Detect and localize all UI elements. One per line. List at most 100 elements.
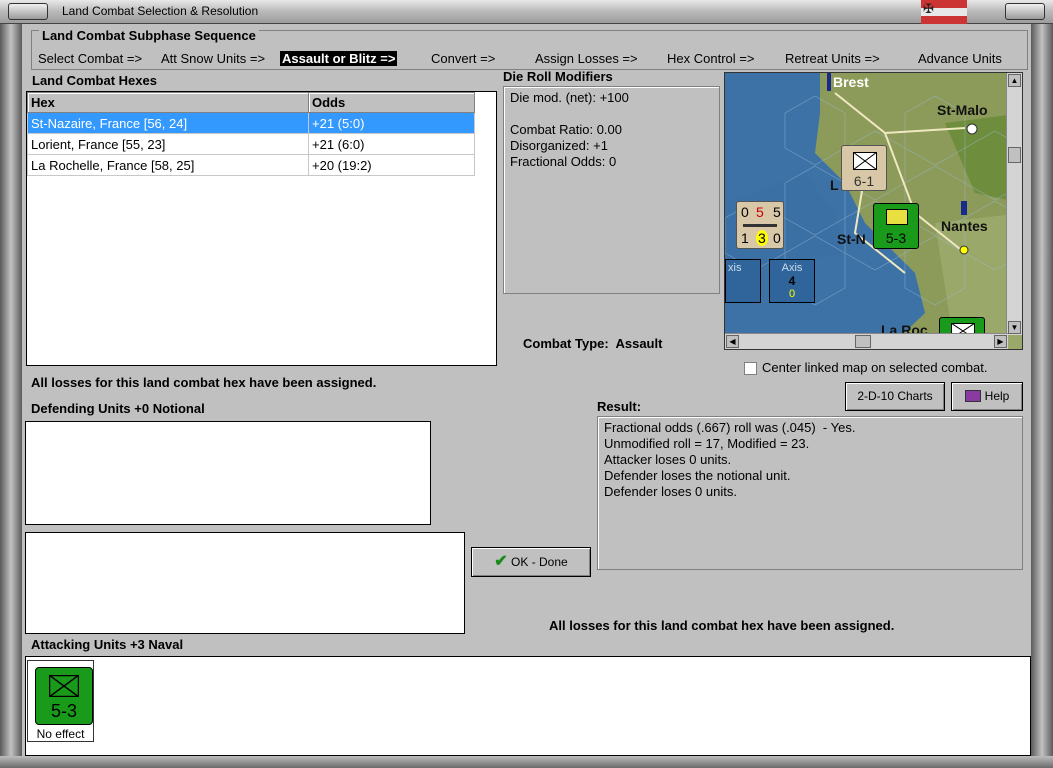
- map-city-nantes: Nantes: [941, 218, 988, 234]
- result-line: Defender loses the notional unit.: [604, 468, 791, 483]
- window-frame: Land Combat Selection & Resolution ✠ Lan…: [0, 0, 1053, 768]
- help-book-icon: [964, 390, 981, 402]
- axis-box-label: Axis: [781, 262, 803, 274]
- scroll-right-icon[interactable]: ▶: [994, 335, 1007, 348]
- center-map-checkbox[interactable]: [744, 362, 757, 375]
- axis-box-value: 4: [788, 274, 796, 288]
- ok-done-label: OK - Done: [511, 555, 568, 569]
- naval-value: 0: [773, 230, 781, 246]
- odds-cell: +21 (6:0): [308, 133, 475, 155]
- combat-type-label: Combat Type:: [523, 336, 609, 351]
- subphase-sequence: Land Combat Subphase Sequence Select Com…: [31, 28, 1028, 70]
- combat-type-value: Assault: [615, 336, 663, 351]
- naval-value: 0: [741, 204, 749, 220]
- map-naval-counter[interactable]: 0 5 5 1 3 0: [736, 201, 784, 249]
- result-line: Unmodified roll = 17, Modified = 23.: [604, 436, 810, 451]
- table-header: Hex Odds: [27, 92, 475, 113]
- step-assign-losses: Assign Losses =>: [535, 51, 638, 66]
- map-city-lorient: L: [830, 177, 839, 193]
- map-unit-counter[interactable]: 5-3: [873, 203, 919, 249]
- attacking-title: Attacking Units +3 Naval: [31, 637, 184, 652]
- dialog-content: Land Combat Subphase Sequence Select Com…: [22, 24, 1031, 756]
- defending-secondary-panel: [25, 532, 465, 634]
- result-line: Defender loses 0 units.: [604, 484, 737, 499]
- modifier-line: Disorganized: +1: [510, 138, 608, 153]
- hexes-table: Hex Odds St-Nazaire, France [56, 24] +21…: [27, 92, 475, 176]
- infantry-symbol-icon: [853, 152, 877, 170]
- combat-type: Combat Type: Assault: [523, 336, 662, 351]
- scroll-thumb[interactable]: [1008, 147, 1021, 163]
- attacking-units-panel: 5-3 No effect: [25, 656, 1031, 756]
- unit-status: No effect: [36, 727, 85, 741]
- hexes-title: Land Combat Hexes: [32, 73, 157, 88]
- axis-box[interactable]: Axis 4 0: [769, 259, 815, 303]
- naval-value: 1: [741, 230, 749, 246]
- axis-box-partial[interactable]: xis: [725, 259, 761, 303]
- modifiers-title: Die Roll Modifiers: [503, 69, 613, 84]
- status-bottom: All losses for this land combat hex have…: [549, 618, 895, 633]
- step-hex-control: Hex Control =>: [667, 51, 755, 66]
- ship-icon: [743, 224, 777, 227]
- help-button[interactable]: Help: [951, 382, 1023, 411]
- naval-value: 5: [756, 204, 764, 220]
- charts-button[interactable]: 2-D-10 Charts: [845, 382, 945, 411]
- modifier-line: Combat Ratio: 0.00: [510, 122, 623, 137]
- help-button-label: Help: [984, 389, 1010, 403]
- scroll-down-icon[interactable]: ▼: [1008, 321, 1021, 334]
- defending-title: Defending Units +0 Notional: [31, 401, 205, 416]
- map-city-st-nazaire: St-N: [837, 231, 866, 247]
- system-menu-button[interactable]: [8, 3, 48, 20]
- naval-value: 3: [756, 230, 768, 246]
- odds-cell: +20 (19:2): [308, 154, 475, 176]
- left-border: [0, 24, 22, 768]
- result-panel: Fractional odds (.667) roll was (.045) -…: [597, 416, 1023, 570]
- axis-box-label: xis: [728, 262, 742, 274]
- axis-box-sub: 0: [788, 288, 796, 300]
- nation-flag: ✠: [921, 0, 967, 24]
- modifier-spacer: [510, 106, 713, 122]
- map-unit-counter[interactable]: 6-1: [841, 145, 887, 191]
- step-advance-units: Advance Units: [918, 51, 1002, 66]
- right-border: [1031, 24, 1053, 768]
- sequence-title: Land Combat Subphase Sequence: [39, 28, 259, 43]
- status-top: All losses for this land combat hex have…: [31, 375, 377, 390]
- ok-done-button[interactable]: ✔ OK - Done: [471, 547, 591, 577]
- close-button[interactable]: [1005, 3, 1045, 20]
- map-vertical-scrollbar[interactable]: ▲ ▼: [1006, 73, 1022, 335]
- column-odds[interactable]: Odds: [308, 92, 475, 113]
- odds-cell: +21 (5:0): [308, 112, 475, 134]
- defending-units-panel: [25, 421, 431, 525]
- scroll-thumb[interactable]: [855, 335, 871, 348]
- title-bar: Land Combat Selection & Resolution ✠: [0, 0, 1053, 24]
- table-row[interactable]: Lorient, France [55, 23] +21 (6:0): [27, 133, 475, 155]
- column-hex[interactable]: Hex: [27, 92, 309, 113]
- step-att-snow-units: Att Snow Units =>: [161, 51, 266, 66]
- linked-map[interactable]: Brest St-Malo Nantes St-N La Roc L 6-1 5…: [724, 72, 1023, 350]
- table-row[interactable]: St-Nazaire, France [56, 24] +21 (5:0): [27, 112, 475, 134]
- center-map-label: Center linked map on selected combat.: [762, 360, 988, 375]
- step-convert: Convert =>: [431, 51, 496, 66]
- naval-value: 5: [773, 204, 781, 220]
- window-title: Land Combat Selection & Resolution: [62, 4, 259, 18]
- unit-strength: 5-3: [50, 701, 77, 721]
- step-select-combat: Select Combat =>: [38, 51, 143, 66]
- hex-cell: Lorient, France [55, 23]: [27, 133, 309, 155]
- infantry-symbol-icon: [49, 675, 79, 697]
- unit-counter: 5-3: [35, 667, 93, 725]
- step-assault-or-blitz: Assault or Blitz =>: [280, 51, 398, 66]
- scroll-up-icon[interactable]: ▲: [1008, 74, 1021, 87]
- map-city-st-malo: St-Malo: [937, 102, 988, 118]
- step-retreat-units: Retreat Units =>: [785, 51, 880, 66]
- map-horizontal-scrollbar[interactable]: ◀ ▶: [725, 333, 1008, 349]
- attacking-unit-card[interactable]: 5-3 No effect: [27, 660, 94, 742]
- result-line: Fractional odds (.667) roll was (.045) -…: [604, 420, 856, 435]
- hexes-table-panel: Hex Odds St-Nazaire, France [56, 24] +21…: [26, 91, 497, 366]
- modifier-line: Fractional Odds: 0: [510, 154, 617, 169]
- table-row[interactable]: La Rochelle, France [58, 25] +20 (19:2): [27, 154, 475, 176]
- iron-cross-icon: ✠: [923, 1, 934, 16]
- scroll-left-icon[interactable]: ◀: [726, 335, 739, 348]
- unit-strength: 5-3: [885, 230, 907, 246]
- checkmark-icon: ✔: [494, 553, 508, 570]
- result-title: Result:: [597, 399, 642, 414]
- unit-strength: 6-1: [853, 173, 875, 189]
